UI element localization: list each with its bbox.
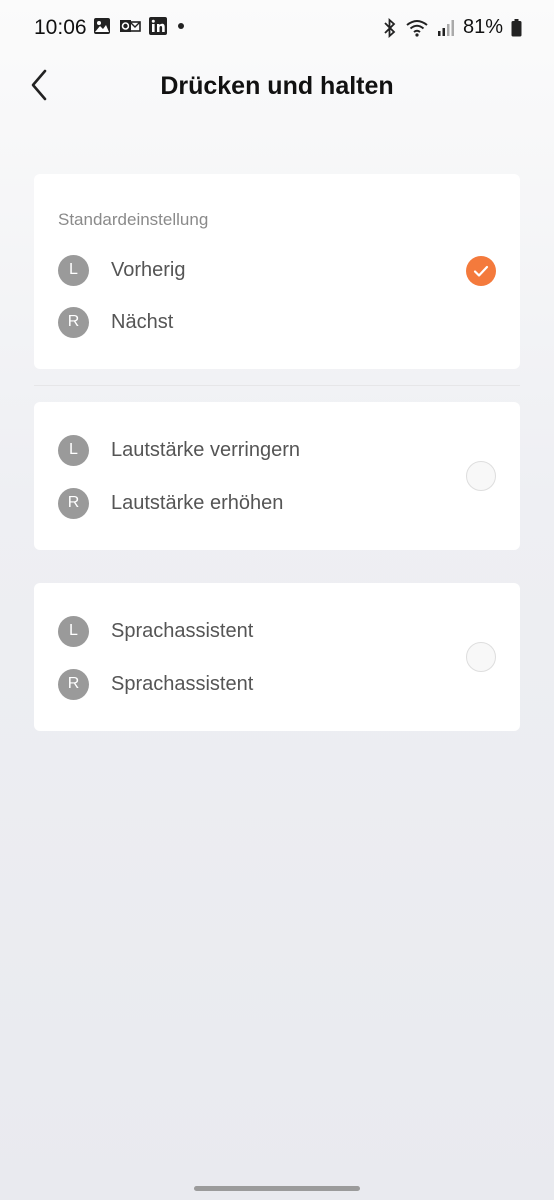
outlook-icon: [120, 20, 141, 32]
page-title: Drücken und halten: [160, 72, 394, 100]
left-action-label: Vorherig: [111, 258, 186, 281]
right-earbud-row: R Lautstärke erhöhen: [58, 487, 283, 519]
left-badge: L: [58, 434, 89, 466]
status-time: 10:06: [34, 16, 87, 39]
battery-icon: [511, 18, 522, 36]
section-label: Standardeinstellung: [58, 210, 209, 229]
right-action-label: Nächst: [111, 310, 174, 333]
left-action-label: Sprachassistent: [111, 619, 254, 642]
right-earbud-row: R Nächst: [58, 306, 173, 338]
left-action-label: Lautstärke verringern: [111, 438, 300, 461]
app-header: Drücken und halten: [0, 60, 554, 116]
bluetooth-icon: [384, 17, 396, 38]
right-action-label: Sprachassistent: [111, 672, 254, 695]
right-action-label: Lautstärke erhöhen: [111, 491, 284, 514]
left-earbud-row: L Vorherig: [58, 254, 186, 286]
right-badge: R: [58, 668, 89, 700]
left-badge: L: [58, 254, 89, 286]
left-earbud-row: L Lautstärke verringern: [58, 434, 300, 466]
gallery-icon: [94, 18, 110, 34]
battery-percentage: 81%: [462, 16, 503, 38]
left-badge: L: [58, 615, 89, 647]
right-badge: R: [58, 487, 89, 519]
option-card-volume[interactable]: L Lautstärke verringern R Lautstärke erh…: [34, 402, 520, 550]
signal-icon: [437, 19, 454, 36]
option-card-default[interactable]: Standardeinstellung L Vorherig R Nächst: [34, 174, 520, 369]
radio-unselected[interactable]: [466, 461, 496, 491]
linkedin-icon: [149, 17, 167, 35]
divider: [34, 385, 520, 386]
notification-icons: [93, 17, 187, 35]
home-indicator[interactable]: [194, 1186, 360, 1191]
wifi-icon: [406, 19, 428, 37]
radio-selected[interactable]: [466, 256, 496, 286]
right-earbud-row: R Sprachassistent: [58, 668, 253, 700]
status-bar: 10:06 81%: [0, 0, 554, 56]
dot-icon: [178, 23, 184, 29]
checkmark-icon: [473, 265, 489, 277]
radio-unselected[interactable]: [466, 642, 496, 672]
system-icons: 81%: [383, 16, 522, 39]
left-earbud-row: L Sprachassistent: [58, 615, 253, 647]
right-badge: R: [58, 306, 89, 338]
option-card-voice-assistant[interactable]: L Sprachassistent R Sprachassistent: [34, 583, 520, 731]
